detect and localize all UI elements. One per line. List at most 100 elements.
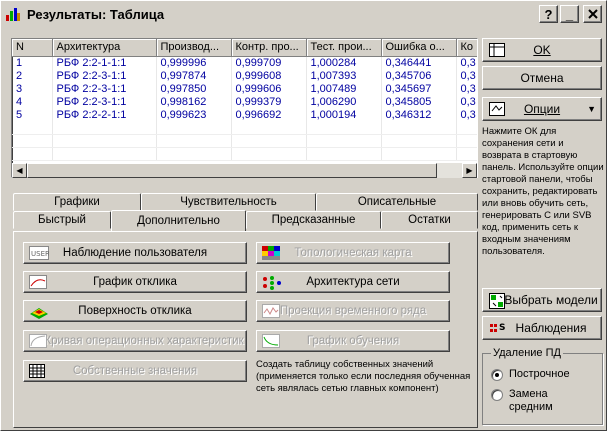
ok-label: OK (533, 43, 551, 57)
table-cell[interactable]: 0,345697 (381, 82, 457, 95)
options-button[interactable]: Опции ▼ (482, 97, 602, 121)
table-cell[interactable]: 1 (12, 56, 53, 69)
grid-column-header[interactable]: Производ... (156, 39, 232, 57)
table-cell[interactable]: РБФ 2:2-3-1:1 (52, 82, 157, 95)
table-cell[interactable]: 0,3 (456, 82, 477, 95)
tab-residuals[interactable]: Остатки (381, 211, 478, 229)
table-row[interactable]: 5 РБФ 2:2-2-1:1 0,999623 0,996692 1,000194 0,… (12, 108, 477, 121)
eigenvalues-label: Собственные значения (72, 365, 198, 377)
table-cell[interactable]: 0,997850 (156, 82, 232, 95)
tab-advanced[interactable]: Дополнительно (111, 210, 246, 231)
empty-cell (456, 134, 477, 148)
tab-graphs[interactable]: Графики (13, 193, 141, 211)
training-graph-icon (262, 334, 280, 351)
table-cell[interactable]: 5 (12, 108, 53, 121)
table-cell[interactable]: 0,996692 (231, 108, 307, 121)
table-cell[interactable]: 0,999996 (156, 56, 232, 69)
table-cell[interactable]: 1,006290 (306, 95, 382, 108)
empty-cell (156, 147, 232, 161)
response-graph-label: График отклика (93, 276, 177, 288)
table-cell[interactable]: 0,999379 (231, 95, 307, 108)
table-cell[interactable]: 0,3 (456, 56, 477, 69)
table-cell[interactable]: 0,999623 (156, 108, 232, 121)
tab-sensitivity[interactable]: Чувствительность (141, 193, 316, 211)
user-observation-button[interactable]: USER Наблюдение пользователя (23, 242, 247, 264)
table-cell[interactable]: 0,3 (456, 95, 477, 108)
empty-cell (306, 121, 382, 135)
table-cell[interactable]: 1,000284 (306, 56, 382, 69)
close-button[interactable] (583, 5, 602, 23)
observations-button[interactable]: S Наблюдения (482, 316, 602, 340)
table-cell[interactable]: 0,346441 (381, 56, 457, 69)
radio-selected-icon[interactable] (491, 369, 503, 381)
radio-unselected-icon[interactable] (491, 389, 503, 401)
select-models-button[interactable]: Выбрать модели (482, 288, 602, 312)
scroll-left-icon[interactable]: ◀ (12, 163, 27, 178)
table-cell[interactable]: 1,007393 (306, 69, 382, 82)
svg-text:USER: USER (31, 250, 49, 258)
time-series-projection-button[interactable]: Проекция временного ряда (256, 300, 450, 322)
tab-predicted[interactable]: Предсказанные (246, 211, 381, 229)
empty-cell (52, 147, 157, 161)
radio-row-wise[interactable]: Построчное (491, 368, 570, 381)
table-cell[interactable]: 0,3 (456, 108, 477, 121)
table-cell[interactable]: РБФ 2:2-3-1:1 (52, 95, 157, 108)
grid-column-header[interactable]: Тест. прои... (306, 39, 382, 57)
table-cell[interactable]: 1,007489 (306, 82, 382, 95)
grid-column-header[interactable]: Контр. про... (231, 39, 307, 57)
grid-column-header[interactable]: N (12, 39, 53, 57)
response-graph-button[interactable]: График отклика (23, 271, 247, 293)
tab-descriptive[interactable]: Описательные (316, 193, 478, 211)
grid-column-header[interactable]: Ошибка о... (381, 39, 457, 57)
table-cell[interactable]: 0,345706 (381, 69, 457, 82)
table-cell[interactable]: РБФ 2:2-3-1:1 (52, 69, 157, 82)
table-cell[interactable]: 0,346312 (381, 108, 457, 121)
table-cell[interactable]: 0,999608 (231, 69, 307, 82)
eigenvalues-button[interactable]: Собственные значения (23, 360, 247, 382)
grid-body: 1 РБФ 2:2-1-1:1 0,999996 0,999709 1,000284 0,… (12, 56, 477, 161)
empty-row (12, 134, 477, 148)
scroll-track[interactable] (27, 163, 462, 178)
table-cell[interactable]: 3 (12, 82, 53, 95)
horizontal-scrollbar[interactable]: ◀ ▶ (12, 163, 477, 178)
table-cell[interactable]: РБФ 2:2-1-1:1 (52, 56, 157, 69)
help-button[interactable]: ? (539, 5, 558, 23)
roc-curve-button[interactable]: Кривая операционных характеристик (23, 330, 247, 352)
table-cell[interactable]: 0,345805 (381, 95, 457, 108)
table-cell[interactable]: 1,000194 (306, 108, 382, 121)
empty-row (12, 147, 477, 161)
results-window: Результаты: Таблица ? _ N Архитектура Прои… (0, 0, 607, 431)
empty-cell (52, 121, 157, 135)
table-cell[interactable]: 4 (12, 95, 53, 108)
table-row[interactable]: 2 РБФ 2:2-3-1:1 0,997874 0,999608 1,007393 0,… (12, 69, 477, 82)
table-row[interactable]: 4 РБФ 2:2-3-1:1 0,998162 0,999379 1,006290 0,… (12, 95, 477, 108)
topological-map-button[interactable]: Топологическая карта (256, 242, 450, 264)
training-graph-button[interactable]: График обучения (256, 330, 450, 352)
table-row[interactable]: 1 РБФ 2:2-1-1:1 0,999996 0,999709 1,000284 0,… (12, 56, 477, 69)
empty-cell (381, 147, 457, 161)
table-cell[interactable]: 2 (12, 69, 53, 82)
grid-column-header[interactable]: Ко (456, 39, 477, 57)
table-row[interactable]: 3 РБФ 2:2-3-1:1 0,997850 0,999606 1,007489 0,… (12, 82, 477, 95)
tab-quick[interactable]: Быстрый (13, 211, 111, 229)
response-surface-button[interactable]: Поверхность отклика (23, 300, 247, 322)
grid-column-header[interactable]: Архитектура (52, 39, 157, 57)
table-cell[interactable]: 0,997874 (156, 69, 232, 82)
cancel-button[interactable]: Отмена (482, 66, 602, 90)
table-cell[interactable]: 0,998162 (156, 95, 232, 108)
empty-cell (52, 134, 157, 148)
radio-mean-substitution[interactable]: Замена средним (491, 388, 599, 414)
network-architecture-label: Архитектура сети (306, 276, 400, 288)
minimize-button[interactable]: _ (560, 5, 579, 23)
results-grid[interactable]: N Архитектура Производ... Контр. про... Тест… (11, 38, 478, 178)
scroll-thumb[interactable] (27, 163, 437, 178)
scroll-right-icon[interactable]: ▶ (462, 163, 477, 178)
table-cell[interactable]: 0,3 (456, 69, 477, 82)
table-cell[interactable]: РБФ 2:2-2-1:1 (52, 108, 157, 121)
cancel-label: Отмена (520, 71, 564, 85)
ok-button[interactable]: OK (482, 38, 602, 62)
network-architecture-button[interactable]: Архитектура сети (256, 271, 450, 293)
table-cell[interactable]: 0,999606 (231, 82, 307, 95)
table-cell[interactable]: 0,999709 (231, 56, 307, 69)
user-observation-label: Наблюдение пользователя (62, 247, 208, 259)
